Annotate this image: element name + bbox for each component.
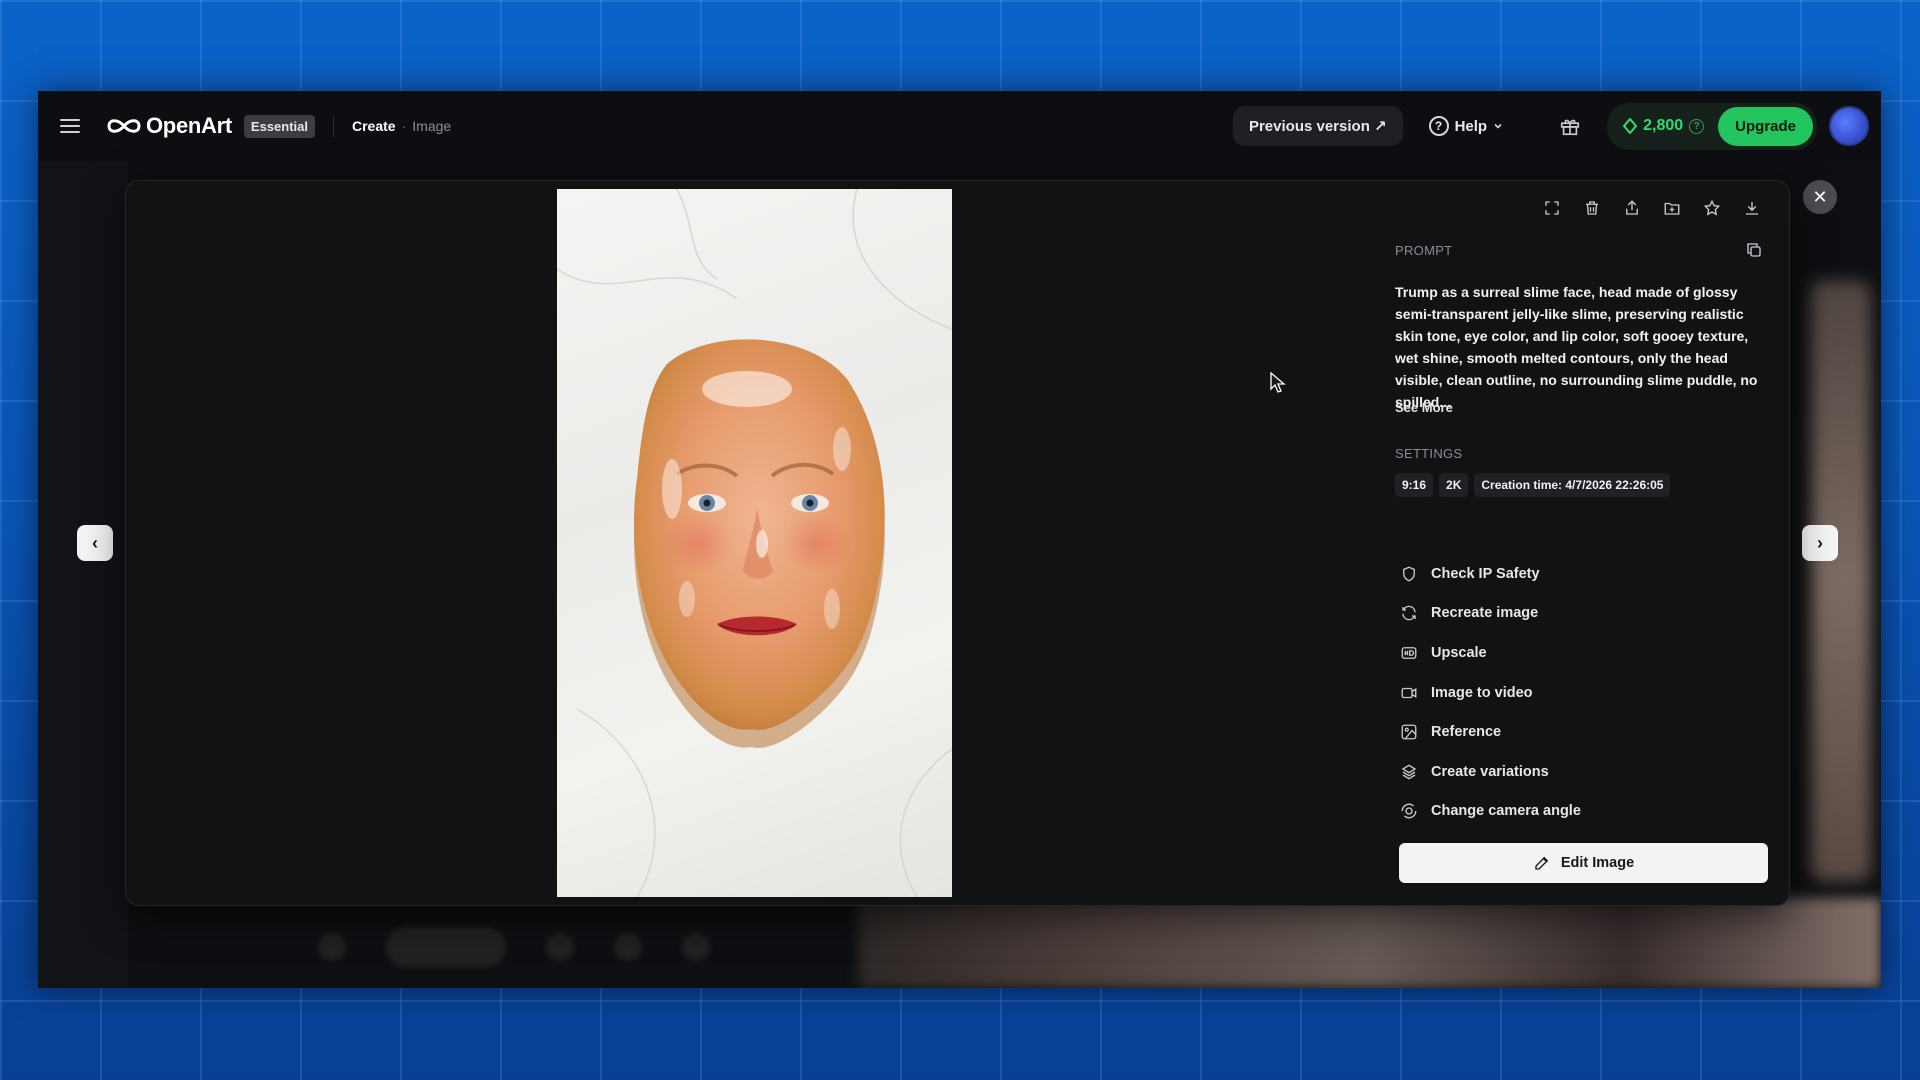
user-avatar[interactable] <box>1829 106 1869 146</box>
star-icon[interactable] <box>1701 197 1723 219</box>
action-label: Create variations <box>1431 763 1549 780</box>
add-to-folder-icon[interactable] <box>1661 197 1683 219</box>
diamond-icon <box>1623 118 1638 134</box>
creation-time-chip: Creation time: 4/7/2026 22:26:05 <box>1474 473 1671 497</box>
next-image-button[interactable]: › <box>1802 525 1838 561</box>
credits-count: 2,800 <box>1643 117 1684 134</box>
settings-chips: 9:16 2K Creation time: 4/7/2026 22:26:05 <box>1395 473 1671 497</box>
action-label: Reference <box>1431 724 1502 741</box>
help-label: Help <box>1454 117 1488 135</box>
toolbar-backdrop <box>318 920 838 974</box>
previous-image-button[interactable]: ‹ <box>77 525 113 561</box>
credits-container: 2,800 ? Upgrade <box>1607 102 1817 150</box>
hamburger-menu-icon[interactable] <box>58 116 82 136</box>
breadcrumb-image[interactable]: Image <box>412 118 451 134</box>
help-menu-button[interactable]: ? Help <box>1428 116 1504 136</box>
gift-icon[interactable] <box>1559 115 1581 137</box>
plan-badge: Essential <box>243 114 315 138</box>
hd-icon <box>1399 643 1419 663</box>
share-icon[interactable] <box>1621 197 1643 219</box>
thumbnail-strip-backdrop <box>858 898 1881 988</box>
action-label: Image to video <box>1431 684 1533 701</box>
reference-icon <box>1399 722 1419 742</box>
upgrade-button[interactable]: Upgrade <box>1718 106 1813 146</box>
details-panel: PROMPT Trump as a surreal slime face, he… <box>1395 181 1775 907</box>
reference-action[interactable]: Reference <box>1399 712 1581 752</box>
image-to-video-action[interactable]: Image to video <box>1399 673 1581 713</box>
create-variations-action[interactable]: Create variations <box>1399 752 1581 792</box>
action-label: Recreate image <box>1431 605 1539 622</box>
prompt-label: PROMPT <box>1395 243 1453 258</box>
copy-icon[interactable] <box>1745 241 1763 259</box>
check-ip-safety-action[interactable]: Check IP Safety <box>1399 554 1581 594</box>
brand-logo[interactable]: OpenArt Essential <box>106 113 315 139</box>
breadcrumb-create[interactable]: Create <box>352 118 396 134</box>
top-bar: OpenArt Essential Create · Image Previou… <box>38 91 1881 161</box>
generated-image-art <box>557 189 952 897</box>
video-icon <box>1399 683 1419 703</box>
mouse-cursor-icon <box>1270 372 1286 393</box>
openart-logo-icon <box>107 119 141 133</box>
help-icon: ? <box>1428 116 1449 136</box>
download-icon[interactable] <box>1741 197 1763 219</box>
image-toolbar <box>1541 197 1763 219</box>
action-label: Check IP Safety <box>1431 565 1540 582</box>
breadcrumb-separator: · <box>401 118 407 134</box>
fullscreen-icon[interactable] <box>1541 197 1563 219</box>
settings-label: SETTINGS <box>1395 446 1463 461</box>
resolution-chip: 2K <box>1439 473 1469 497</box>
pencil-icon <box>1535 856 1549 870</box>
chevron-down-icon <box>1494 123 1502 129</box>
previous-version-button[interactable]: Previous version ↗ <box>1232 106 1403 146</box>
edit-image-label: Edit Image <box>1560 855 1635 871</box>
sidebar-backdrop <box>38 161 128 988</box>
trash-icon[interactable] <box>1581 197 1603 219</box>
shield-icon <box>1399 564 1419 584</box>
image-viewer-modal: PROMPT Trump as a surreal slime face, he… <box>125 180 1790 906</box>
action-label: Upscale <box>1431 644 1487 661</box>
brand-name: OpenArt <box>146 113 232 138</box>
refresh-icon <box>1399 603 1419 623</box>
credits-info-icon[interactable]: ? <box>1689 118 1705 134</box>
camera-angle-icon <box>1399 801 1419 821</box>
see-more-link[interactable]: See More <box>1395 400 1453 415</box>
action-label: Change camera angle <box>1431 803 1581 820</box>
credits-display[interactable]: 2,800 ? <box>1611 117 1718 135</box>
divider <box>333 115 334 137</box>
recreate-image-action[interactable]: Recreate image <box>1399 594 1581 634</box>
generated-image[interactable] <box>557 189 952 897</box>
gallery-backdrop <box>1811 281 1871 881</box>
close-viewer-button[interactable]: ✕ <box>1803 180 1837 214</box>
aspect-ratio-chip: 9:16 <box>1395 473 1434 497</box>
change-camera-angle-action[interactable]: Change camera angle <box>1399 792 1581 832</box>
variations-icon <box>1399 762 1419 782</box>
prompt-text: Trump as a surreal slime face, head made… <box>1395 284 1758 410</box>
edit-image-button[interactable]: Edit Image <box>1399 843 1768 883</box>
action-list: Check IP Safety Recreate image Upscale I… <box>1399 554 1581 831</box>
upscale-action[interactable]: Upscale <box>1399 633 1581 673</box>
